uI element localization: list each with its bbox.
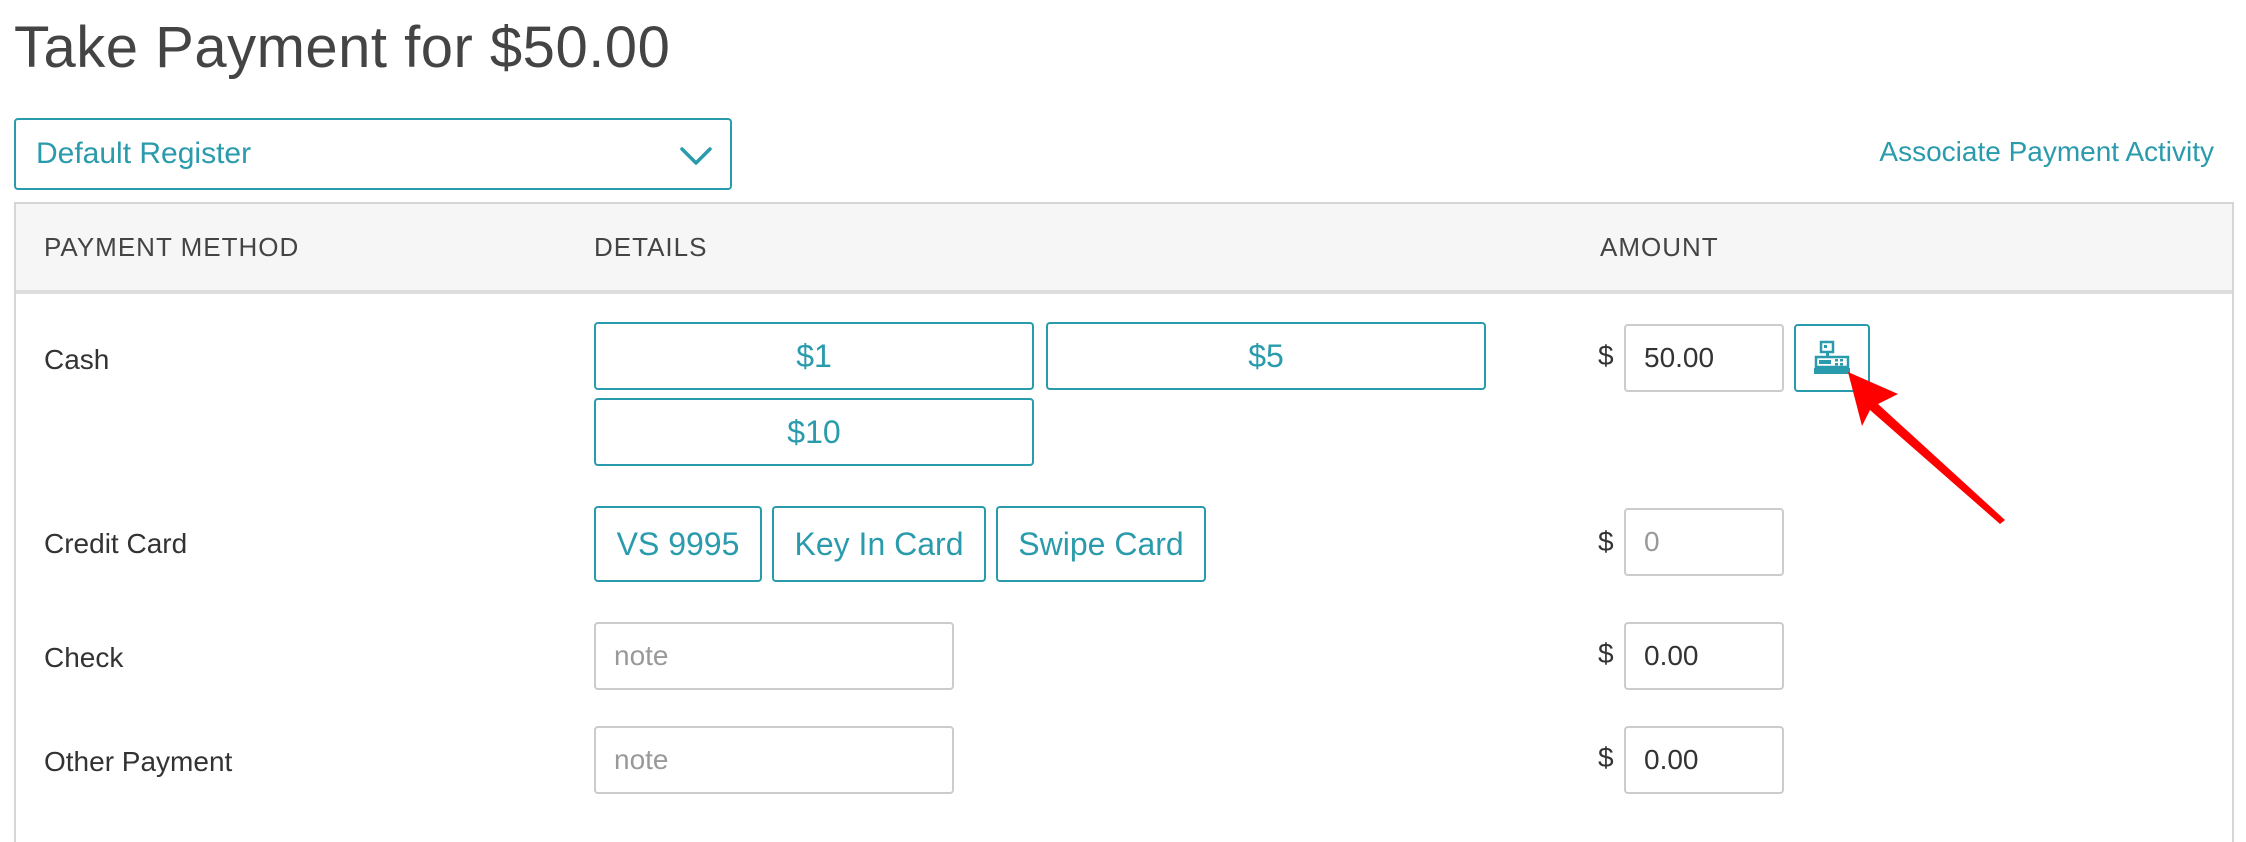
row-label-check: Check	[44, 642, 124, 673]
annotation-arrow	[1848, 372, 2005, 524]
swipe-card-button[interactable]: Swipe Card	[996, 506, 1206, 582]
page-title: Take Payment for $50.00	[14, 15, 671, 80]
chevron-down-icon	[680, 147, 712, 165]
cash-quick-10-button[interactable]: $10	[594, 398, 1034, 466]
register-select[interactable]: Default Register	[14, 118, 732, 190]
credit-card-amount-input[interactable]	[1624, 508, 1784, 576]
check-amount-input[interactable]	[1624, 622, 1784, 690]
key-in-card-button[interactable]: Key In Card	[772, 506, 986, 582]
other-payment-amount-input[interactable]	[1624, 726, 1784, 794]
other-payment-note-input[interactable]	[594, 726, 954, 794]
associate-payment-activity-link[interactable]: Associate Payment Activity	[1879, 136, 2214, 168]
cash-quick-5-button[interactable]: $5	[1046, 322, 1486, 390]
cash-amount-input[interactable]	[1624, 324, 1784, 392]
currency-symbol: $	[1598, 638, 1614, 669]
card-on-file-button[interactable]: VS 9995	[594, 506, 762, 582]
row-label-credit-card: Credit Card	[44, 528, 188, 559]
register-select-value: Default Register	[36, 137, 252, 170]
row-label-other-payment: Other Payment	[44, 746, 233, 777]
header-payment-method: PAYMENT METHOD	[44, 232, 300, 262]
row-label-cash: Cash	[44, 344, 110, 375]
table-header: PAYMENT METHOD DETAILS AMOUNT	[16, 204, 2232, 294]
check-note-input[interactable]	[594, 622, 954, 690]
header-details: DETAILS	[594, 232, 708, 262]
header-amount: AMOUNT	[1600, 232, 1719, 262]
currency-symbol: $	[1598, 742, 1614, 773]
currency-symbol: $	[1598, 340, 1614, 371]
cash-quick-1-button[interactable]: $1	[594, 322, 1034, 390]
currency-symbol: $	[1598, 526, 1614, 557]
